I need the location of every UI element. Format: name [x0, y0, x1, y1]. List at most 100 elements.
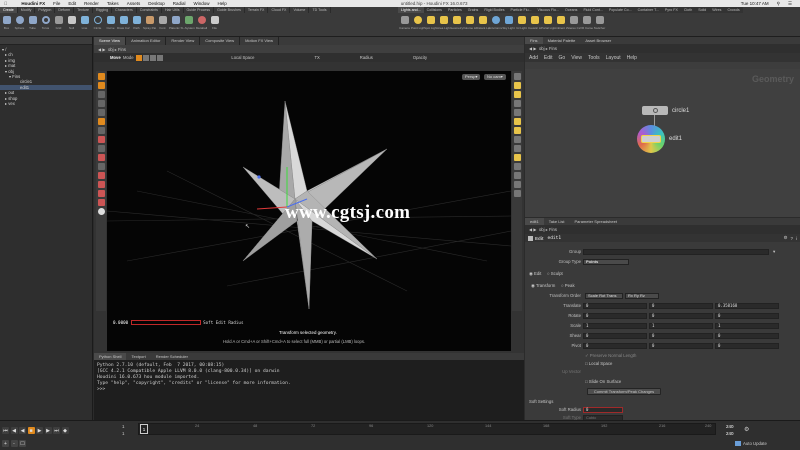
- mode-button[interactable]: [143, 54, 150, 61]
- scale-tool-icon[interactable]: [97, 100, 105, 107]
- transform-order-select[interactable]: Scale Rot Trans: [585, 293, 623, 299]
- scale-y[interactable]: 1: [649, 323, 713, 329]
- view-tool-icon[interactable]: [97, 127, 105, 134]
- commit-button[interactable]: Commit Transform/Peak Changes: [587, 388, 661, 395]
- vis-icon[interactable]: [513, 190, 521, 197]
- console-prompt[interactable]: >>>: [94, 387, 524, 393]
- curve-tool[interactable]: Curve: [104, 14, 117, 36]
- rotate-x[interactable]: 0: [583, 313, 647, 319]
- radius-field[interactable]: Radius: [360, 55, 373, 60]
- local-space-checkbox[interactable]: □ Local Space: [585, 360, 612, 368]
- shelf-tab[interactable]: Wires: [709, 7, 724, 13]
- shelf-tab[interactable]: Lights and...: [398, 7, 424, 13]
- menu-list-icon[interactable]: ☰: [788, 1, 792, 7]
- spray-paint-tool[interactable]: Spray Paint: [143, 14, 156, 36]
- rotation-order-select[interactable]: Rx Ry Rz: [625, 293, 659, 299]
- grid-snap-icon[interactable]: [97, 163, 105, 170]
- template-icon[interactable]: [513, 145, 521, 152]
- edit-radio[interactable]: ◉ Edit: [529, 270, 541, 278]
- forward-icon[interactable]: ▶: [533, 46, 536, 51]
- torus-tool[interactable]: Torus: [39, 14, 52, 36]
- peak-radio[interactable]: ○ Peak: [561, 282, 575, 290]
- shelf-tab[interactable]: Particle Flu...: [508, 7, 535, 13]
- tab-scene-view[interactable]: Scene View: [94, 37, 127, 45]
- soft-edit-value[interactable]: 0.0000: [113, 320, 128, 325]
- tube-tool[interactable]: Tube: [26, 14, 39, 36]
- shelf-tab[interactable]: Create: [0, 7, 18, 13]
- switcher-tool[interactable]: Switcher: [593, 14, 606, 36]
- spot-light-tool[interactable]: Spot Light: [424, 14, 437, 36]
- start-frame-field-2[interactable]: 1: [122, 431, 125, 436]
- edit-node-ring[interactable]: [637, 125, 665, 153]
- gi-light-tool[interactable]: GI Light: [515, 14, 528, 36]
- pivot-x[interactable]: 0: [583, 343, 647, 349]
- group-type-select[interactable]: Points: [583, 259, 629, 265]
- rotate-tool-icon[interactable]: [97, 91, 105, 98]
- environment-light-tool[interactable]: Environment Light: [489, 14, 502, 36]
- clock[interactable]: Tue 10:47 AM: [741, 1, 769, 7]
- tab-fins[interactable]: Fins: [525, 37, 543, 44]
- breadcrumb-fins[interactable]: Fins: [118, 47, 126, 52]
- portal-light-tool[interactable]: Portal Light: [541, 14, 554, 36]
- shelf-tab[interactable]: Fluid Cont...: [580, 7, 605, 13]
- menu-edit[interactable]: Edit: [68, 1, 76, 6]
- camera-menu[interactable]: No cam▾: [484, 74, 506, 80]
- lock-icon[interactable]: ☐: [19, 440, 26, 447]
- shelf-tab[interactable]: Oceans: [562, 7, 580, 13]
- file-tool[interactable]: File: [208, 14, 221, 36]
- shelf-tab[interactable]: Deform: [55, 7, 75, 13]
- play-icon[interactable]: ▶: [36, 427, 43, 434]
- timeline-track[interactable]: 1 24 48 72 96 120 144 168 192 216 240: [138, 423, 716, 435]
- network-canvas[interactable]: Geometry circle1 edit1: [525, 69, 800, 217]
- shelf-tab[interactable]: Texture: [74, 7, 93, 13]
- light-icon[interactable]: [513, 82, 521, 89]
- snap-tool-icon[interactable]: [97, 145, 105, 152]
- shelf-tab[interactable]: Rigging: [93, 7, 113, 13]
- shelf-tab[interactable]: Guide Brushes: [214, 7, 245, 13]
- point-light-tool[interactable]: Point Light: [411, 14, 424, 36]
- caustic-light-tool[interactable]: Caustic Light: [528, 14, 541, 36]
- shelf-tab[interactable]: Solid: [695, 7, 709, 13]
- sphere-tool[interactable]: Sphere: [13, 14, 26, 36]
- translate-x[interactable]: 0: [583, 303, 647, 309]
- opacity-field[interactable]: Opacity: [413, 55, 427, 60]
- pivot-z[interactable]: 0: [715, 343, 779, 349]
- circle-node-icon[interactable]: [642, 106, 668, 115]
- back-icon[interactable]: ◀: [529, 46, 532, 51]
- menu-layout[interactable]: Layout: [606, 55, 621, 61]
- key-delete-icon[interactable]: -: [10, 440, 18, 447]
- lsystem-tool[interactable]: L-System: [182, 14, 195, 36]
- shelf-tab[interactable]: Guide Process: [184, 7, 215, 13]
- eye-icon[interactable]: [97, 208, 105, 215]
- tab-textport[interactable]: Textport: [126, 353, 150, 360]
- line-tool[interactable]: Line: [78, 14, 91, 36]
- node-circle1[interactable]: circle1: [642, 106, 689, 115]
- info-icon[interactable]: i: [796, 236, 797, 241]
- rotate-z[interactable]: 0: [715, 313, 779, 319]
- shelf-tab[interactable]: Particles: [445, 7, 465, 13]
- menu-help[interactable]: Help: [218, 1, 227, 6]
- volume-light-tool[interactable]: Volume Light: [463, 14, 476, 36]
- step-forward-icon[interactable]: ▶: [44, 427, 52, 434]
- shelf-tab[interactable]: Hair Utils: [162, 7, 184, 13]
- soft-edit-slider[interactable]: [131, 320, 202, 325]
- mode-button[interactable]: [150, 54, 157, 61]
- brush-tool-icon[interactable]: [97, 136, 105, 143]
- soft-edit-radius-bar[interactable]: 0.0000 Soft Edit Radius: [113, 320, 243, 325]
- shelf-tab[interactable]: Crowds: [724, 7, 742, 13]
- font-tool[interactable]: Font: [156, 14, 169, 36]
- area-light-tool[interactable]: Area Light: [437, 14, 450, 36]
- shelf-tab[interactable]: Rigid Bodies: [481, 7, 507, 13]
- mode-button[interactable]: [135, 54, 142, 61]
- ambient-light-tool[interactable]: Ambient Light: [554, 14, 567, 36]
- group-field[interactable]: [583, 249, 769, 255]
- menu-file[interactable]: File: [53, 1, 60, 6]
- tab-material-palette[interactable]: Material Palette: [543, 37, 581, 44]
- shear-z[interactable]: 0: [715, 333, 779, 339]
- handle-tool-icon[interactable]: [97, 109, 105, 116]
- stop-icon[interactable]: ■: [27, 427, 35, 434]
- app-menu[interactable]: Houdini FX: [21, 1, 45, 6]
- geometry-light-tool[interactable]: Geometry Light: [450, 14, 463, 36]
- null-tool[interactable]: Null: [65, 14, 78, 36]
- capture-icon[interactable]: [97, 190, 105, 197]
